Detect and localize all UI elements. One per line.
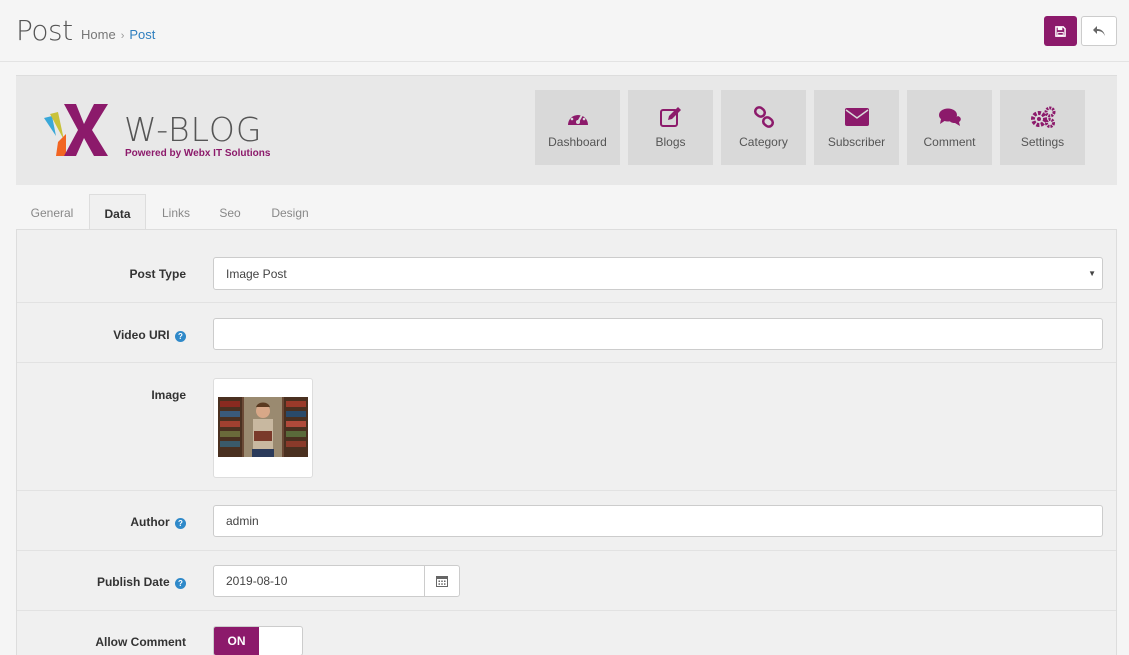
tab-general[interactable]: General	[16, 194, 88, 230]
image-label: Image	[151, 388, 186, 402]
divider	[17, 490, 1116, 491]
help-icon[interactable]: ?	[175, 518, 186, 529]
save-button[interactable]	[1044, 16, 1077, 46]
gears-icon	[1030, 106, 1055, 128]
page-title: Post	[16, 14, 73, 47]
author-input[interactable]: admin	[213, 505, 1103, 537]
post-type-label: Post Type	[129, 267, 186, 281]
link-icon	[753, 106, 774, 128]
reply-icon	[1093, 26, 1105, 36]
save-icon	[1055, 25, 1066, 37]
nav-category[interactable]: Category	[721, 90, 806, 165]
help-icon[interactable]: ?	[175, 331, 186, 342]
nav-settings-label: Settings	[1020, 135, 1065, 149]
allow-comment-toggle[interactable]: ON	[213, 626, 303, 655]
video-uri-input[interactable]	[213, 318, 1103, 350]
wblog-logo: W-BLOG Powered by Webx IT Solutions	[42, 100, 292, 160]
nav-subscriber[interactable]: Subscriber	[814, 90, 899, 165]
allow-comment-label: Allow Comment	[95, 635, 186, 649]
toggle-on-label: ON	[214, 627, 259, 655]
comments-icon	[938, 108, 961, 126]
nav-comment-label: Comment	[923, 135, 976, 149]
nav-blogs-label: Blogs	[655, 135, 686, 149]
publish-date-label: Publish Date ?	[97, 575, 186, 589]
divider	[17, 302, 1116, 303]
back-button[interactable]	[1081, 16, 1117, 46]
chevron-down-icon: ▼	[1088, 269, 1096, 278]
post-type-value: Image Post	[226, 266, 287, 281]
author-label: Author ?	[130, 515, 186, 529]
logo-mark-icon	[44, 104, 108, 156]
envelope-icon	[844, 108, 869, 126]
logo-subtitle: Powered by Webx IT Solutions	[125, 148, 271, 159]
nav-comment[interactable]: Comment	[907, 90, 992, 165]
page-header: Post Home › Post	[0, 0, 1129, 62]
nav-dashboard[interactable]: Dashboard	[535, 90, 620, 165]
video-uri-label: Video URI ?	[113, 328, 186, 342]
tab-links[interactable]: Links	[148, 194, 204, 230]
nav-blogs[interactable]: Blogs	[628, 90, 713, 165]
divider	[17, 550, 1116, 551]
dashboard-icon	[567, 110, 588, 125]
divider	[17, 610, 1116, 611]
publish-date-input[interactable]: 2019-08-10	[213, 565, 425, 597]
breadcrumb-post[interactable]: Post	[129, 27, 155, 42]
breadcrumb-separator: ›	[120, 30, 125, 42]
nav-subscriber-label: Subscriber	[827, 135, 886, 149]
tab-data[interactable]: Data	[89, 194, 146, 230]
help-icon[interactable]: ?	[175, 578, 186, 589]
image-thumbnail[interactable]	[213, 378, 313, 478]
tab-design[interactable]: Design	[256, 194, 324, 230]
top-panel: W-BLOG Powered by Webx IT Solutions Dash…	[16, 75, 1117, 185]
breadcrumb: Home › Post	[81, 27, 155, 42]
tab-seo[interactable]: Seo	[206, 194, 254, 230]
nav-category-label: Category	[739, 135, 788, 149]
data-tab-panel: Post Type Image Post ▼ Video URI ? Image	[16, 229, 1117, 655]
post-image	[218, 397, 308, 457]
calendar-button[interactable]	[424, 565, 460, 597]
nav-settings[interactable]: Settings	[1000, 90, 1085, 165]
calendar-icon	[436, 576, 448, 587]
breadcrumb-home[interactable]: Home	[81, 27, 116, 42]
divider	[17, 362, 1116, 363]
post-type-select[interactable]: Image Post ▼	[213, 257, 1103, 290]
logo-text: W-BLOG	[124, 110, 263, 149]
nav-dashboard-label: Dashboard	[548, 135, 607, 149]
edit-icon	[659, 107, 681, 127]
